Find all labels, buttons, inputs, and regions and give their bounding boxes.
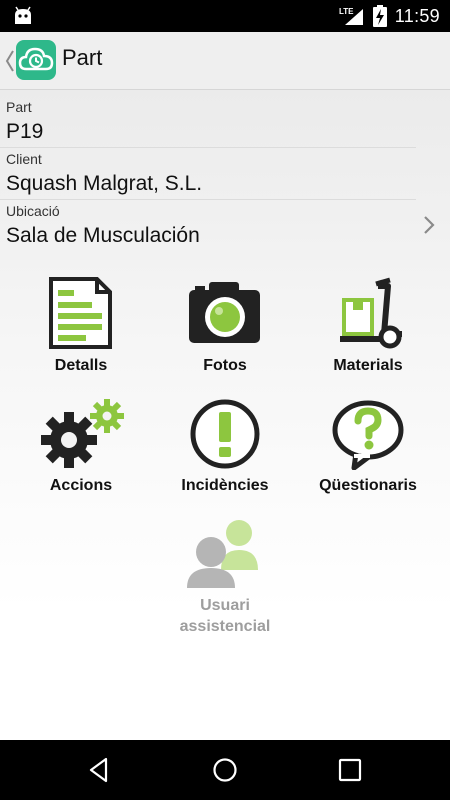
tile-label: Qüestionaris bbox=[319, 477, 417, 494]
gears-icon bbox=[41, 399, 124, 468]
hand-truck-icon bbox=[340, 277, 402, 349]
field-value: P19 bbox=[6, 120, 44, 143]
question-bubble-icon bbox=[332, 400, 404, 470]
tile-label: Incidències bbox=[181, 477, 269, 494]
svg-text:LTE: LTE bbox=[339, 7, 354, 16]
tile-label-line2: assistencial bbox=[179, 618, 271, 635]
app-logo[interactable] bbox=[16, 40, 56, 80]
content-area: Part P19 Client Squash Malgrat, S.L. Ubi… bbox=[0, 90, 450, 740]
recents-nav-icon[interactable] bbox=[335, 755, 365, 785]
field-value: Squash Malgrat, S.L. bbox=[6, 172, 203, 195]
back-chevron-icon[interactable] bbox=[4, 46, 16, 76]
cloud-clock-icon bbox=[18, 47, 54, 71]
battery-charging-icon bbox=[372, 5, 387, 27]
tile-label: Detalls bbox=[54, 357, 108, 374]
home-nav-icon[interactable] bbox=[210, 755, 240, 785]
lte-signal-icon: LTE bbox=[339, 7, 363, 25]
document-icon bbox=[49, 277, 112, 349]
android-debug-icon bbox=[15, 6, 31, 24]
exclamation-icon bbox=[190, 399, 260, 469]
clock: 11:59 bbox=[394, 5, 440, 26]
chevron-right-icon[interactable] bbox=[422, 214, 436, 236]
field-label: Ubicació bbox=[6, 203, 60, 219]
tile-label: Fotos bbox=[203, 357, 247, 374]
camera-icon bbox=[189, 282, 260, 343]
app-bar: Part bbox=[0, 32, 450, 90]
navigation-bar bbox=[0, 740, 450, 800]
divider bbox=[0, 199, 416, 200]
field-label: Client bbox=[6, 151, 42, 167]
field-value: Sala de Musculación bbox=[6, 224, 200, 247]
back-nav-icon[interactable] bbox=[85, 755, 115, 785]
field-label: Part bbox=[6, 99, 32, 115]
tile-label: Materials bbox=[333, 357, 403, 374]
users-icon bbox=[187, 520, 258, 588]
tile-label: Accions bbox=[49, 477, 113, 494]
divider bbox=[0, 147, 416, 148]
status-bar: LTE 11:59 bbox=[0, 0, 450, 32]
page-title: Part bbox=[62, 45, 103, 70]
tile-label-line1: Usuari bbox=[200, 597, 250, 614]
